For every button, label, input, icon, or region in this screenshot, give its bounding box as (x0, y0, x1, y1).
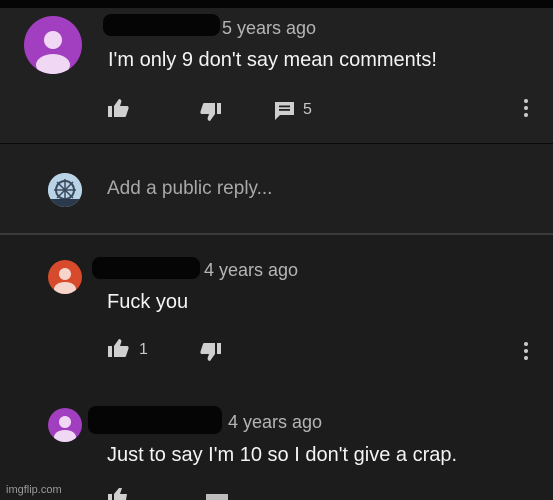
reply-avatar[interactable] (48, 408, 82, 442)
add-reply-input[interactable]: Add a public reply... (107, 178, 272, 200)
reply-button[interactable] (274, 101, 295, 121)
like-button[interactable] (107, 98, 129, 118)
comment-bubble-icon (206, 494, 228, 500)
person-icon (54, 268, 76, 294)
reply-timestamp: 4 years ago (228, 412, 323, 432)
reply-count: 5 (303, 101, 312, 118)
reply-box (0, 144, 553, 233)
thumbs-down-icon (200, 103, 221, 121)
comment-bubble-icon (275, 102, 294, 120)
thumbs-up-icon (108, 99, 129, 117)
reply-avatar[interactable] (48, 260, 82, 294)
dislike-button[interactable] (200, 102, 222, 122)
current-user-avatar[interactable] (48, 173, 82, 207)
person-icon (54, 416, 76, 442)
thumbs-up-icon (108, 339, 129, 357)
redacted-username (103, 14, 220, 36)
like-count: 1 (139, 341, 148, 358)
reply-text: Fuck you (107, 291, 189, 313)
redacted-username (88, 406, 222, 434)
reply-button[interactable] (206, 494, 228, 500)
comment-text: I'm only 9 don't say mean comments! (108, 49, 437, 71)
reply-timestamp: 4 years ago (204, 260, 299, 280)
watermark: imgflip.com (6, 484, 62, 496)
top-edge (0, 0, 553, 8)
reply-menu-icon[interactable] (524, 342, 528, 363)
person-icon (36, 31, 70, 74)
thumbs-up-icon (108, 488, 127, 500)
dislike-button[interactable] (200, 342, 222, 362)
comment-menu-icon[interactable] (524, 99, 528, 120)
user-photo-icon (48, 173, 82, 207)
like-button[interactable] (107, 488, 129, 500)
comment-avatar[interactable] (24, 16, 82, 74)
comment-timestamp: 5 years ago (222, 18, 317, 38)
like-button[interactable] (107, 338, 129, 358)
thumbs-down-icon (200, 343, 221, 361)
reply-text: Just to say I'm 10 so I don't give a cra… (107, 444, 458, 466)
redacted-username (92, 257, 200, 279)
